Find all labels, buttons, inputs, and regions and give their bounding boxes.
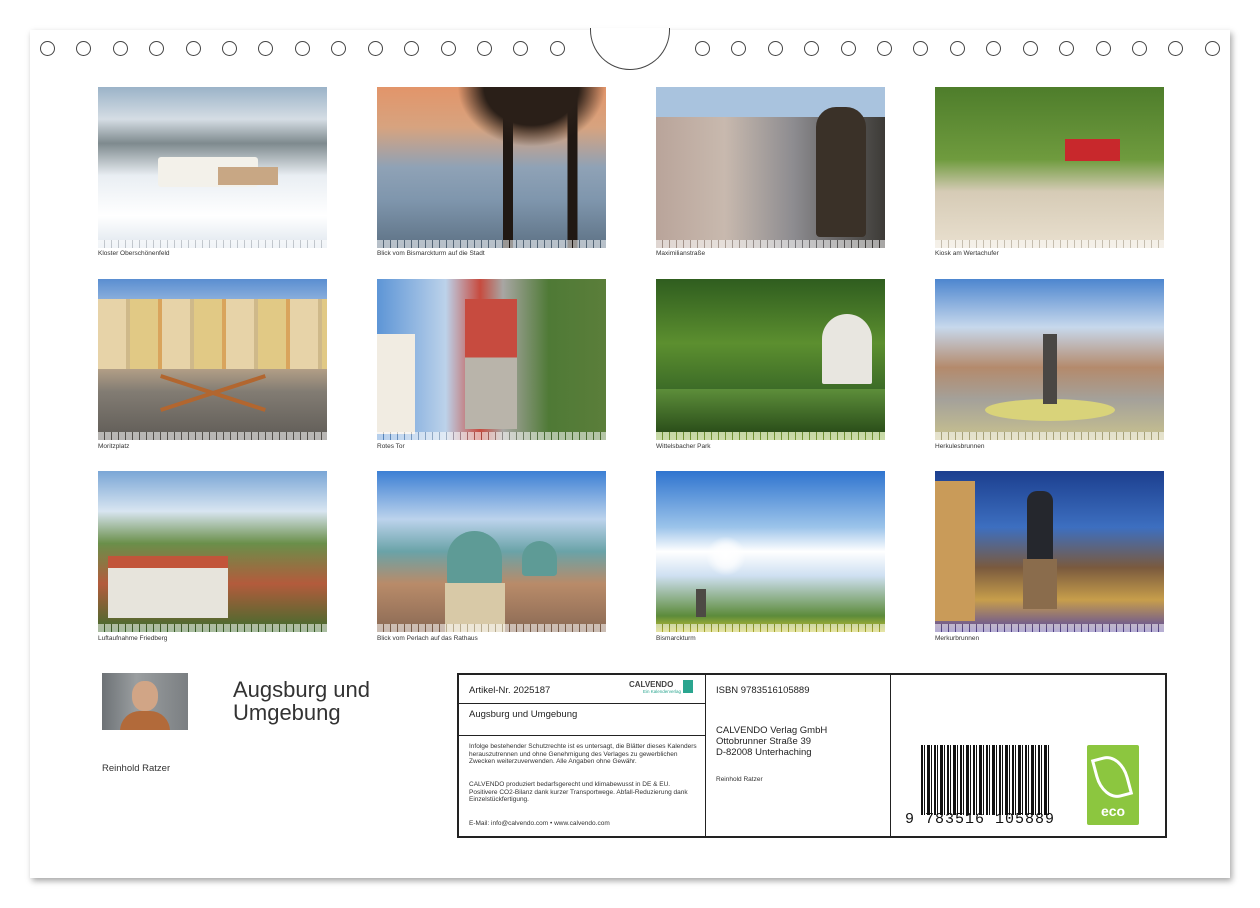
publisher-city: D-82008 Unterhaching [716,747,812,758]
binding-hole [804,41,819,56]
binding-hole [1205,41,1220,56]
binding-hole [186,41,201,56]
binding-hole [913,41,928,56]
author-photo [102,673,188,730]
calendar-title: Augsburg und Umgebung [233,677,370,725]
binding-hole [731,41,746,56]
binding-hole [841,41,856,56]
eco-label: eco [1100,803,1126,819]
photo-friedberg [98,471,327,632]
barcode [921,745,1051,815]
binding-hole [950,41,965,56]
binding-hole [258,41,273,56]
publisher-street: Ottobrunner Straße 39 [716,736,812,747]
photo-perlach-rathaus [377,471,606,632]
binding-hole [695,41,710,56]
binding-hole [113,41,128,56]
contact-line: E-Mail: info@calvendo.com • www.calvendo… [469,820,610,827]
photo-moritzplatz [98,279,327,440]
binding-hole [877,41,892,56]
binding-hole [295,41,310,56]
barcode-number: 9 783516 105889 [905,811,1056,828]
photo-merkurbrunnen [935,471,1164,632]
info-column-article: Artikel-Nr. 2025187 CALVENDO Ein Kalende… [459,675,706,836]
photo-caption: Merkurbrunnen [935,635,980,642]
publisher-name: CALVENDO Verlag GmbH [716,725,828,736]
binding-hole [40,41,55,56]
binding-hole [149,41,164,56]
calendar-back-page: Kloster Oberschönenfeld Blick vom Bismar… [30,28,1230,878]
photo-caption: Wittelsbacher Park [656,443,711,450]
calvendo-logo-text: CALVENDO [629,680,674,689]
leaf-icon [1090,751,1134,803]
photo-wittelsbacher-park [656,279,885,440]
climate-notice: CALVENDO produziert bedarfsgerecht und k… [469,781,688,803]
binding-hole [404,41,419,56]
binding-hole [368,41,383,56]
article-number: Artikel-Nr. 2025187 [469,685,551,696]
photo-caption: Moritzplatz [98,443,130,450]
binding-hole [986,41,1001,56]
photo-herkulesbrunnen [935,279,1164,440]
info-column-publisher: ISBN 9783516105889 CALVENDO Verlag GmbH … [706,675,891,836]
binding-hole [1096,41,1111,56]
eco-badge: eco [1087,745,1139,825]
hanger-cutout [590,28,670,70]
binding-hole [1059,41,1074,56]
binding-hole [1132,41,1147,56]
binding-hole [1023,41,1038,56]
binding-hole [477,41,492,56]
binding-hole [441,41,456,56]
photo-caption: Kiosk am Wertachufer [935,250,999,257]
photo-kiosk [935,87,1164,248]
binding-hole [331,41,346,56]
binding-hole [1168,41,1183,56]
photo-kloster [98,87,327,248]
spiral-binding [30,28,1230,70]
photo-caption: Kloster Oberschönenfeld [98,250,170,257]
info-title: Augsburg und Umgebung [469,709,578,720]
calvendo-logo-subtext: Ein Kalenderverlag [643,689,682,694]
photo-caption: Blick vom Bismarckturm auf die Stadt [377,250,485,257]
isbn: ISBN 9783516105889 [716,685,810,696]
binding-hole [513,41,528,56]
binding-hole [76,41,91,56]
photo-rotes-tor [377,279,606,440]
binding-hole [550,41,565,56]
binding-hole [222,41,237,56]
photo-bismarckturm-view [377,87,606,248]
photo-caption: Maximilianstraße [656,250,706,257]
calvendo-logo: CALVENDO Ein Kalenderverlag [629,680,699,696]
photo-maximilianstrasse [656,87,885,248]
photo-caption: Blick vom Perlach auf das Rathaus [377,635,478,642]
info-author: Reinhold Ratzer [716,776,763,783]
photo-caption: Bismarckturm [656,635,696,642]
author-name: Reinhold Ratzer [102,763,171,774]
calvendo-mark-icon [683,680,693,693]
photo-caption: Rotes Tor [377,443,405,450]
photo-caption: Herkulesbrunnen [935,443,985,450]
photo-caption: Luftaufnahme Friedberg [98,635,168,642]
product-info-box: Artikel-Nr. 2025187 CALVENDO Ein Kalende… [457,673,1167,838]
binding-hole [768,41,783,56]
legal-notice: Infolge bestehender Schutzrechte ist es … [469,743,697,765]
info-column-barcode: 9 783516 105889 eco [891,675,1165,836]
photo-bismarckturm [656,471,885,632]
